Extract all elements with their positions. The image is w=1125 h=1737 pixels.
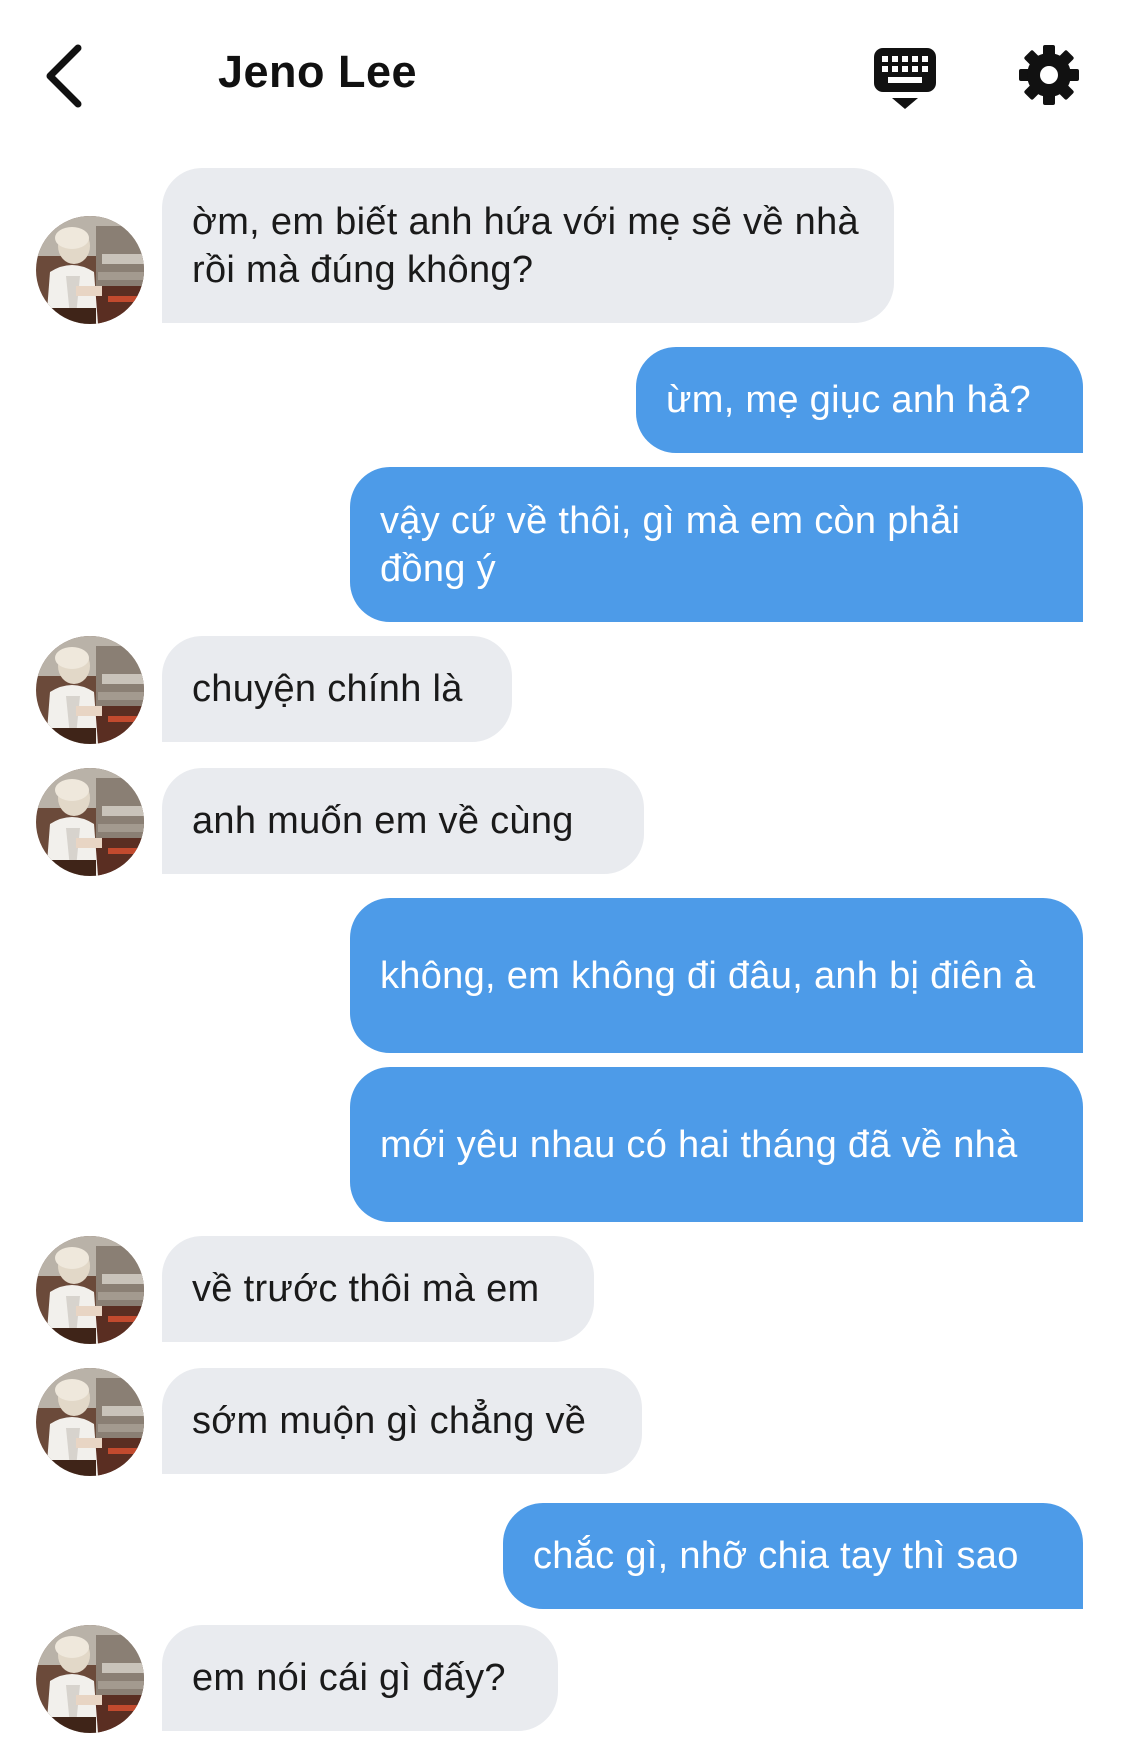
- message-bubble-outgoing[interactable]: vậy cứ về thôi, gì mà em còn phải đồng ý: [350, 467, 1083, 622]
- message-text: ờm, em biết anh hứa với mẹ sẽ về nhà rồi…: [192, 200, 859, 291]
- avatar[interactable]: [36, 1236, 144, 1344]
- message-bubble-incoming[interactable]: ờm, em biết anh hứa với mẹ sẽ về nhà rồi…: [162, 168, 894, 323]
- chevron-left-icon: [46, 44, 82, 108]
- keyboard-icon: [874, 48, 936, 109]
- message-text: chuyện chính là: [192, 668, 463, 710]
- gear-icon: [1019, 45, 1079, 105]
- avatar[interactable]: [36, 636, 144, 744]
- message-bubble-outgoing[interactable]: không, em không đi đâu, anh bị điên à: [350, 898, 1083, 1053]
- message-text: vậy cứ về thôi, gì mà em còn phải đồng ý: [380, 499, 961, 590]
- contact-name: Jeno Lee: [218, 46, 418, 97]
- message-text: anh muốn em về cùng: [192, 800, 574, 842]
- settings-button[interactable]: [1018, 44, 1080, 106]
- message-text: mới yêu nhau có hai tháng đã về nhà: [380, 1123, 1018, 1166]
- message-bubble-outgoing[interactable]: chắc gì, nhỡ chia tay thì sao: [503, 1503, 1083, 1609]
- avatar[interactable]: [36, 1625, 144, 1733]
- avatar[interactable]: [36, 1368, 144, 1476]
- keyboard-button[interactable]: [872, 46, 938, 110]
- message-text: không, em không đi đâu, anh bị điên à: [380, 954, 1036, 997]
- message-bubble-incoming[interactable]: anh muốn em về cùng: [162, 768, 644, 874]
- message-bubble-incoming[interactable]: chuyện chính là: [162, 636, 512, 742]
- back-button[interactable]: [40, 40, 90, 112]
- message-text: ừm, mẹ giục anh hả?: [666, 379, 1031, 421]
- message-bubble-outgoing[interactable]: ừm, mẹ giục anh hả?: [636, 347, 1083, 453]
- avatar[interactable]: [36, 768, 144, 876]
- chat-header: Jeno Lee: [0, 0, 1125, 150]
- avatar[interactable]: [36, 216, 144, 324]
- message-bubble-incoming[interactable]: sớm muộn gì chẳng về: [162, 1368, 642, 1474]
- message-bubble-incoming[interactable]: em nói cái gì đấy?: [162, 1625, 558, 1731]
- message-text: về trước thôi mà em: [192, 1268, 540, 1310]
- message-bubble-incoming[interactable]: về trước thôi mà em: [162, 1236, 594, 1342]
- message-text: chắc gì, nhỡ chia tay thì sao: [533, 1535, 1019, 1577]
- message-text: em nói cái gì đấy?: [192, 1657, 506, 1699]
- message-text: sớm muộn gì chẳng về: [192, 1400, 587, 1442]
- message-bubble-outgoing[interactable]: mới yêu nhau có hai tháng đã về nhà: [350, 1067, 1083, 1222]
